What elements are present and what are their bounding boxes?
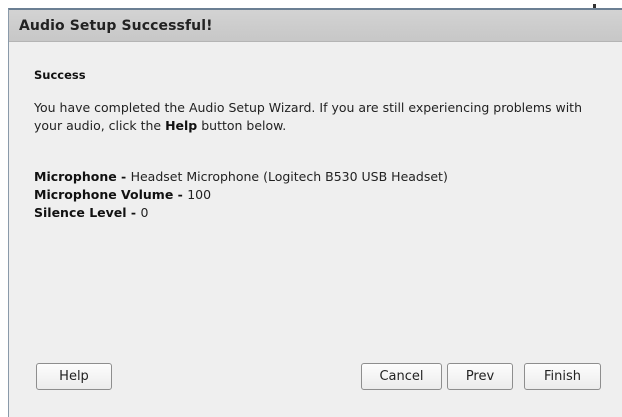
microphone-volume-line: Microphone Volume - 100 [34,186,448,204]
dialog-title: Audio Setup Successful! [19,18,213,34]
silence-level-line: Silence Level - 0 [34,204,448,222]
finish-button[interactable]: Finish [524,363,601,390]
completion-message: You have completed the Audio Setup Wizar… [34,99,604,135]
microphone-line: Microphone - Headset Microphone (Logitec… [34,168,448,186]
background-strip [0,0,622,8]
audio-setup-dialog: Audio Setup Successful! Success You have… [8,8,622,417]
microphone-value: Headset Microphone (Logitech B530 USB He… [130,169,448,184]
cancel-button[interactable]: Cancel [361,363,442,390]
success-heading: Success [34,68,86,82]
message-text-start: You have completed the Audio Setup Wizar… [34,100,582,133]
silence-level-value: 0 [140,205,149,220]
message-text-end: button below. [197,118,287,133]
microphone-label: Microphone - [34,169,131,184]
message-help-emphasis: Help [165,118,198,133]
microphone-volume-label: Microphone Volume - [34,187,188,202]
microphone-volume-value: 100 [187,187,212,202]
prev-button[interactable]: Prev [447,363,513,390]
dialog-title-bar[interactable]: Audio Setup Successful! [9,10,622,42]
help-button[interactable]: Help [36,363,112,390]
audio-settings-summary: Microphone - Headset Microphone (Logitec… [34,168,448,222]
silence-level-label: Silence Level - [34,205,141,220]
screen: Audio Setup Successful! Success You have… [0,0,622,417]
dialog-content: Success You have completed the Audio Set… [9,42,622,417]
